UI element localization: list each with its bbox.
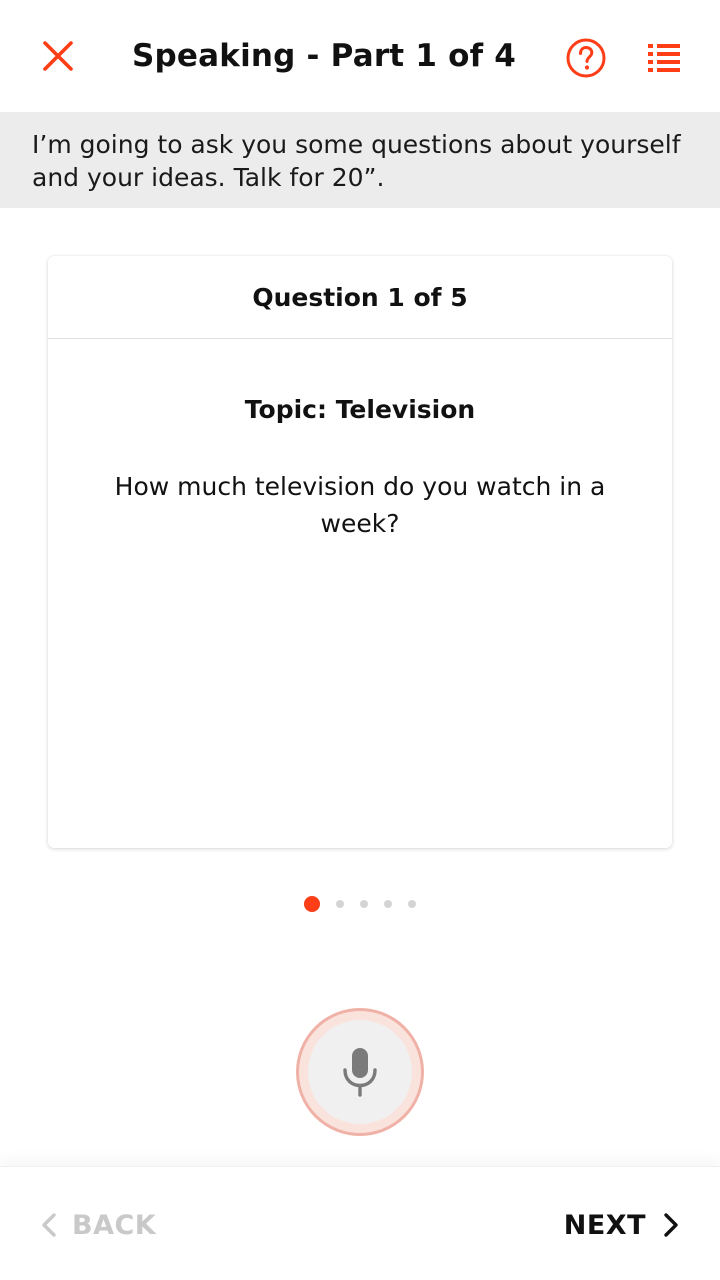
question-card: Question 1 of 5 Topic: Television How mu… — [48, 256, 672, 848]
back-button[interactable]: BACK — [40, 1203, 156, 1247]
list-icon — [648, 44, 680, 72]
next-button[interactable]: NEXT — [564, 1203, 680, 1247]
chevron-right-icon — [664, 1213, 678, 1237]
microphone-icon — [343, 1048, 377, 1097]
speaking-screen: Speaking - Part 1 of 4 I’m going to ask … — [0, 0, 720, 1280]
question-list-button[interactable] — [640, 34, 688, 82]
page-indicator — [0, 894, 720, 914]
record-button[interactable] — [296, 1008, 424, 1136]
next-label: NEXT — [563, 1209, 646, 1241]
help-button[interactable] — [562, 34, 610, 82]
page-dot-5 — [408, 900, 416, 908]
page-dot-2 — [336, 900, 344, 908]
record-button-inner — [308, 1020, 412, 1124]
page-title: Speaking - Part 1 of 4 — [132, 38, 517, 74]
page-dot-3 — [360, 900, 368, 908]
back-label: BACK — [72, 1209, 157, 1241]
bottom-navigation: BACK NEXT — [0, 1166, 720, 1280]
question-counter: Question 1 of 5 — [48, 256, 672, 339]
top-app-bar: Speaking - Part 1 of 4 — [0, 0, 720, 112]
instruction-banner: I’m going to ask you some questions abou… — [0, 112, 720, 208]
question-text: How much television do you watch in a we… — [114, 472, 606, 538]
help-icon — [566, 38, 606, 78]
page-dot-4 — [384, 900, 392, 908]
page-dot-1 — [304, 896, 320, 912]
close-icon — [43, 41, 73, 71]
close-button[interactable] — [30, 28, 86, 84]
chevron-left-icon — [42, 1213, 56, 1237]
topic-heading: Topic: Television — [244, 395, 476, 424]
